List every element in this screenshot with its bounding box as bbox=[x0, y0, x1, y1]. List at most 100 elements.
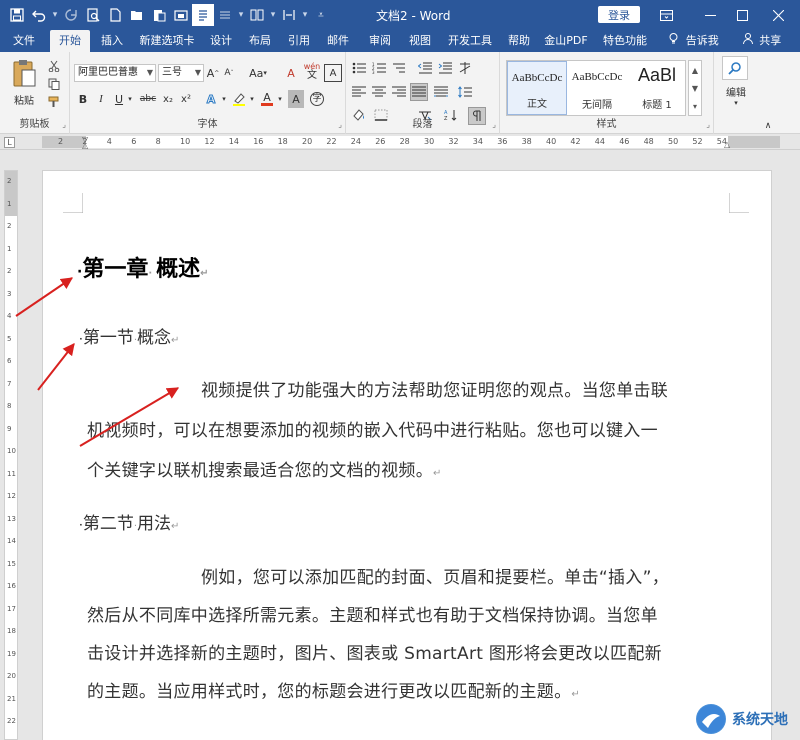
paste-label[interactable]: 粘贴 bbox=[4, 92, 44, 107]
ribbon-display-icon[interactable] bbox=[644, 0, 688, 30]
document-page[interactable]: ·第一章· 概述↵ ·第一节·概念↵ 视频提供了功能强大的方法帮助您证明您的观点。… bbox=[42, 170, 772, 740]
new-document-icon[interactable] bbox=[104, 4, 126, 26]
font-launcher-icon[interactable]: ⌟ bbox=[338, 120, 342, 129]
tab-home[interactable]: 开始 bbox=[50, 30, 90, 52]
align-center-icon[interactable] bbox=[370, 84, 388, 100]
paragraph-1-line-1[interactable]: 视频提供了功能强大的方法帮助您证明您的观点。当您单击联 bbox=[201, 376, 668, 401]
strikethrough-button[interactable]: abc bbox=[138, 90, 158, 108]
open-folder-icon[interactable] bbox=[126, 4, 148, 26]
section-heading-2[interactable]: ·第二节·用法↵ bbox=[79, 509, 179, 534]
right-indent-icon[interactable]: △ bbox=[724, 140, 730, 149]
chevron-down-icon[interactable]: ▼ bbox=[692, 84, 698, 93]
undo-dropdown-icon[interactable]: ▾ bbox=[50, 4, 60, 26]
tell-me-search[interactable]: 告诉我 bbox=[664, 30, 724, 52]
tab-new-tab[interactable]: 新建选项卡 bbox=[134, 30, 200, 52]
tab-developer[interactable]: 开发工具 bbox=[442, 30, 498, 52]
tab-file[interactable]: 文件 bbox=[4, 30, 44, 52]
section-heading-1[interactable]: ·第一节·概念↵ bbox=[79, 323, 179, 348]
print-preview-icon[interactable] bbox=[82, 4, 104, 26]
superscript-button[interactable]: x² bbox=[178, 90, 194, 108]
tab-references[interactable]: 引用 bbox=[282, 30, 316, 52]
subscript-button[interactable]: x₂ bbox=[160, 90, 176, 108]
highlight-color-icon[interactable] bbox=[230, 90, 248, 108]
styles-launcher-icon[interactable]: ⌟ bbox=[706, 120, 710, 129]
share-button[interactable]: 共享 bbox=[740, 30, 784, 52]
styles-gallery-scroll[interactable]: ▲ ▼ ▾ bbox=[688, 60, 702, 116]
style-normal[interactable]: AaBbCcDc 正文 bbox=[507, 61, 567, 115]
font-size-select[interactable]: 三号 ▼ bbox=[158, 64, 204, 82]
paragraph-2-line-1[interactable]: 例如，您可以添加匹配的封面、页眉和提要栏。单击“插入”， bbox=[201, 563, 669, 588]
screenshot-icon[interactable] bbox=[170, 4, 192, 26]
bullets-icon[interactable] bbox=[350, 60, 368, 76]
paragraph-1-line-2[interactable]: 机视频时，可以在想要添加的视频的嵌入代码中进行粘贴。您也可以键入一 bbox=[87, 416, 658, 441]
enclosed-character-icon[interactable]: 字 bbox=[308, 90, 326, 108]
editing-dropdown-icon[interactable]: ▾ bbox=[716, 98, 756, 108]
spacing-icon[interactable] bbox=[278, 4, 300, 26]
login-button[interactable]: 登录 bbox=[598, 6, 640, 23]
highlight-dropdown-icon[interactable]: ▾ bbox=[248, 90, 256, 108]
ruler-track[interactable]: 2 2 4 6 8 10 12 14 16 18 20 22 24 26 28 30 32 34 36 38 40 42 4… bbox=[42, 135, 780, 150]
font-color-dropdown-icon[interactable]: ▾ bbox=[276, 90, 284, 108]
decrease-indent-icon[interactable] bbox=[416, 60, 434, 76]
columns-icon[interactable] bbox=[246, 4, 268, 26]
tab-special-features[interactable]: 特色功能 bbox=[598, 30, 652, 52]
paragraph-2-line-3[interactable]: 击设计并选择新的主题时，图片、图表或 SmartArt 图形将会更改以匹配新 bbox=[87, 639, 662, 664]
numbering-icon[interactable]: 123 bbox=[370, 60, 388, 76]
font-color-icon[interactable]: A bbox=[258, 90, 276, 108]
change-case-icon[interactable]: Aa ▾ bbox=[246, 64, 270, 82]
paste-button-icon[interactable] bbox=[8, 56, 40, 92]
copy-icon[interactable] bbox=[46, 76, 62, 92]
clear-formatting-icon[interactable]: A bbox=[282, 64, 300, 82]
format-painter-icon[interactable] bbox=[46, 94, 62, 110]
tab-view[interactable]: 视图 bbox=[402, 30, 438, 52]
layout-icon[interactable] bbox=[214, 4, 236, 26]
phonetic-guide-icon[interactable]: wén 文 bbox=[302, 60, 322, 82]
align-right-icon[interactable] bbox=[390, 84, 408, 100]
text-effects-dropdown-icon[interactable]: ▾ bbox=[220, 90, 228, 108]
hanging-indent-icon[interactable]: △ bbox=[82, 141, 88, 150]
customize-toolbar-icon[interactable]: ⩡ bbox=[310, 4, 332, 26]
paragraph-1-line-3[interactable]: 个关键字以联机搜索最适合您的文档的视频。↵ bbox=[87, 456, 442, 481]
multilevel-list-icon[interactable] bbox=[390, 60, 408, 76]
distributed-icon[interactable] bbox=[432, 84, 450, 100]
tab-selector[interactable]: L bbox=[4, 137, 15, 148]
bold-button[interactable]: B bbox=[76, 90, 90, 108]
justify-icon[interactable] bbox=[410, 83, 428, 101]
tab-layout[interactable]: 布局 bbox=[242, 30, 278, 52]
more-styles-icon[interactable]: ▾ bbox=[693, 102, 697, 111]
cut-icon[interactable] bbox=[46, 58, 62, 74]
grow-font-icon[interactable]: A ^ bbox=[206, 64, 220, 82]
text-effects-icon[interactable]: A bbox=[202, 90, 220, 108]
style-heading-1[interactable]: AaBl 标题 1 bbox=[627, 61, 687, 115]
shrink-font-icon[interactable]: Aˇ bbox=[222, 64, 236, 82]
layout-dropdown-icon[interactable]: ▾ bbox=[236, 4, 246, 26]
increase-indent-icon[interactable] bbox=[436, 60, 454, 76]
italic-button[interactable]: I bbox=[94, 90, 108, 108]
tab-kingsoft-pdf[interactable]: 金山PDF bbox=[540, 30, 592, 52]
editing-label[interactable]: 编辑 bbox=[716, 84, 756, 99]
undo-icon[interactable] bbox=[28, 4, 50, 26]
vertical-ruler[interactable]: 2 1 2 1 2 3 4 5 6 7 8 9 10 11 12 13 14 15 16 17 18 19 20 21 22 bbox=[4, 170, 18, 740]
find-search-icon[interactable] bbox=[722, 56, 748, 80]
clipboard-launcher-icon[interactable]: ⌟ bbox=[62, 120, 66, 129]
underline-button[interactable]: U bbox=[112, 90, 126, 108]
spacing-dropdown-icon[interactable]: ▾ bbox=[300, 4, 310, 26]
chevron-up-icon[interactable]: ▲ bbox=[692, 66, 698, 75]
save-icon[interactable] bbox=[6, 4, 28, 26]
heading-1[interactable]: ·第一章· 概述↵ bbox=[77, 251, 209, 283]
style-no-spacing[interactable]: AaBbCcDc 无间隔 bbox=[567, 61, 627, 115]
paragraph-2-line-2[interactable]: 然后从不同库中选择所需元素。主题和样式也有助于文档保持协调。当您单 bbox=[87, 601, 658, 626]
underline-dropdown-icon[interactable]: ▾ bbox=[126, 90, 134, 108]
tab-review[interactable]: 审阅 bbox=[362, 30, 398, 52]
character-shading-button[interactable]: A bbox=[288, 90, 304, 108]
tab-insert[interactable]: 插入 bbox=[94, 30, 130, 52]
font-name-select[interactable]: 阿里巴巴普惠 ▼ bbox=[74, 64, 156, 82]
close-icon[interactable] bbox=[756, 0, 800, 30]
paragraph-launcher-icon[interactable]: ⌟ bbox=[492, 120, 496, 129]
line-spacing-icon[interactable] bbox=[456, 84, 474, 100]
chinese-layout-icon[interactable] bbox=[456, 60, 474, 76]
paste-icon[interactable] bbox=[148, 4, 170, 26]
collapse-ribbon-icon[interactable]: ∧ bbox=[760, 120, 776, 132]
align-left-icon[interactable] bbox=[350, 84, 368, 100]
read-mode-icon[interactable] bbox=[192, 4, 214, 26]
